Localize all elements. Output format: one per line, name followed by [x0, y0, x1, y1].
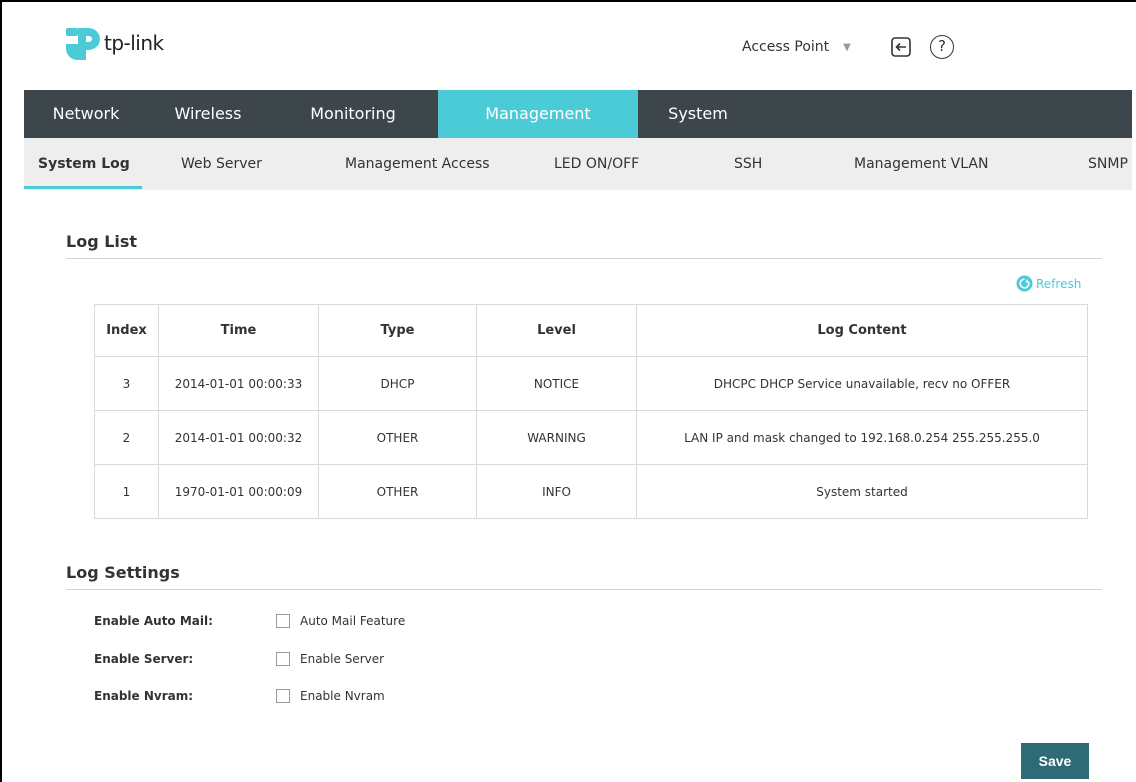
checkbox-box[interactable] — [276, 689, 290, 703]
cell-log-content: DHCPC DHCP Service unavailable, recv no … — [636, 356, 1088, 411]
column-header-time: Time — [158, 304, 319, 357]
server-option-label: Enable Server — [300, 652, 385, 666]
tab-management[interactable]: Management — [438, 90, 638, 138]
divider — [66, 589, 1102, 590]
cell-time: 2014-01-01 00:00:33 — [158, 356, 319, 411]
cell-log-content: System started — [636, 464, 1088, 519]
cell-level: NOTICE — [476, 356, 637, 411]
log-list-title: Log List — [66, 232, 138, 251]
auto-mail-option-label: Auto Mail Feature — [300, 614, 406, 628]
subtab-web-server[interactable]: Web Server — [181, 138, 262, 190]
log-settings-title: Log Settings — [66, 563, 180, 582]
column-header-type: Type — [318, 304, 477, 357]
server-checkbox[interactable]: Enable Server — [276, 652, 384, 666]
subtab-management-access[interactable]: Management Access — [345, 138, 490, 190]
nvram-option-label: Enable Nvram — [300, 689, 385, 703]
server-label: Enable Server: — [94, 652, 194, 666]
cell-index: 1 — [94, 464, 159, 519]
active-subtab-indicator — [24, 186, 142, 189]
refresh-label: Refresh — [1036, 276, 1082, 291]
divider — [66, 258, 1102, 259]
main-nav: Network Wireless Monitoring Management S… — [24, 90, 1132, 138]
checkbox-box[interactable] — [276, 652, 290, 666]
column-header-index: Index — [94, 304, 159, 357]
table-row: 3 2014-01-01 00:00:33 DHCP NOTICE DHCPC … — [94, 356, 1088, 411]
tab-system[interactable]: System — [638, 90, 758, 138]
logo-text: tp-link — [104, 31, 164, 55]
cell-time: 2014-01-01 00:00:32 — [158, 410, 319, 465]
log-table: Index Time Type Level Log Content 3 2014… — [94, 304, 1088, 519]
cell-type: OTHER — [318, 464, 477, 519]
cell-log-content: LAN IP and mask changed to 192.168.0.254… — [636, 410, 1088, 465]
tab-wireless[interactable]: Wireless — [148, 90, 268, 138]
tp-link-logo-icon — [66, 28, 100, 60]
refresh-button[interactable]: Refresh — [1016, 275, 1081, 292]
cell-type: OTHER — [318, 410, 477, 465]
mode-select-value: Access Point — [742, 39, 830, 55]
logo: tp-link — [62, 24, 164, 62]
cell-index: 2 — [94, 410, 159, 465]
table-header-row: Index Time Type Level Log Content — [94, 304, 1088, 357]
column-header-level: Level — [476, 304, 637, 357]
logout-icon[interactable] — [890, 36, 912, 58]
cell-level: INFO — [476, 464, 637, 519]
auto-mail-checkbox[interactable]: Auto Mail Feature — [276, 614, 405, 628]
nvram-checkbox[interactable]: Enable Nvram — [276, 689, 385, 703]
cell-time: 1970-01-01 00:00:09 — [158, 464, 319, 519]
checkbox-box[interactable] — [276, 614, 290, 628]
tab-network[interactable]: Network — [24, 90, 148, 138]
cell-type: DHCP — [318, 356, 477, 411]
subtab-snmp[interactable]: SNMP — [1088, 138, 1128, 190]
subtab-system-log[interactable]: System Log — [38, 138, 130, 190]
mode-select[interactable]: Access Point ▼ — [742, 39, 851, 55]
save-button[interactable]: Save — [1021, 743, 1089, 779]
table-row: 2 2014-01-01 00:00:32 OTHER WARNING LAN … — [94, 410, 1088, 465]
nvram-label: Enable Nvram: — [94, 689, 194, 703]
subtab-management-vlan[interactable]: Management VLAN — [854, 138, 988, 190]
help-icon[interactable]: ? — [930, 35, 954, 59]
chevron-down-icon: ▼ — [843, 41, 851, 53]
table-row: 1 1970-01-01 00:00:09 OTHER INFO System … — [94, 464, 1088, 519]
refresh-icon — [1016, 275, 1033, 292]
subtab-led-on-off[interactable]: LED ON/OFF — [554, 138, 639, 190]
auto-mail-label: Enable Auto Mail: — [94, 614, 213, 628]
tab-monitoring[interactable]: Monitoring — [268, 90, 438, 138]
subtab-ssh[interactable]: SSH — [734, 138, 762, 190]
header: tp-link Access Point ▼ ? — [24, 2, 1132, 90]
cell-index: 3 — [94, 356, 159, 411]
sub-nav: System Log Web Server Management Access … — [24, 138, 1132, 190]
cell-level: WARNING — [476, 410, 637, 465]
column-header-log-content: Log Content — [636, 304, 1088, 357]
